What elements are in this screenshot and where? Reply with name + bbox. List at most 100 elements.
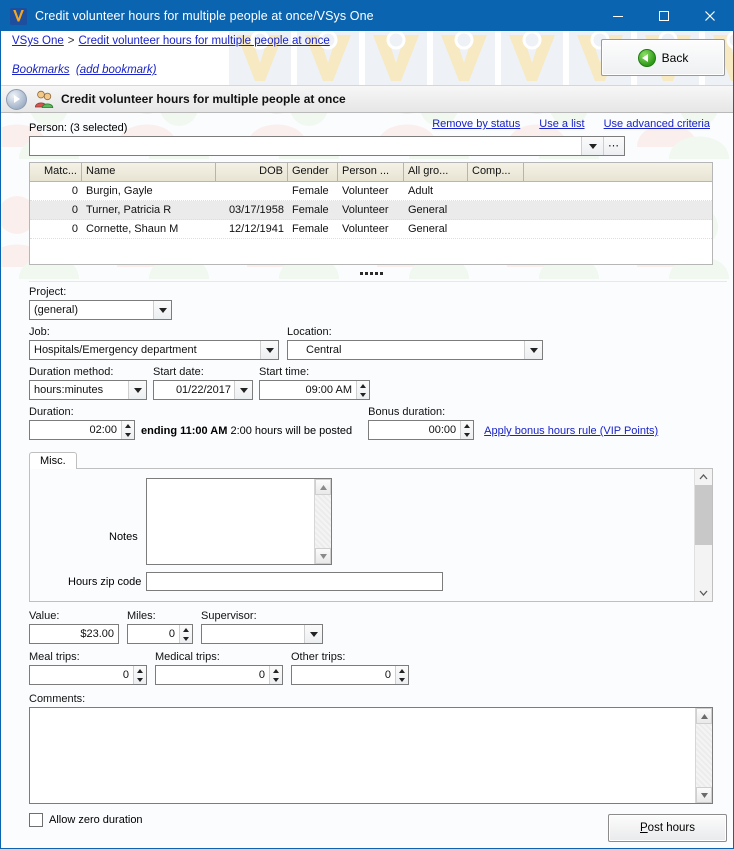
tab-misc[interactable]: Misc. (29, 452, 77, 469)
panel-scroll-track[interactable] (695, 545, 712, 585)
panel-scroll-thumb[interactable] (695, 485, 712, 545)
start-date-picker[interactable]: 01/22/2017 (153, 380, 253, 400)
project-value: (general) (34, 304, 79, 316)
scroll-up-icon[interactable] (315, 479, 331, 495)
chevron-down-icon[interactable] (304, 625, 322, 643)
project-field: Project: (general) (29, 286, 172, 320)
job-field: Job: Hospitals/Emergency department (29, 326, 279, 360)
table-row[interactable]: 0 Burgin, Gayle Female Volunteer Adult (30, 182, 712, 201)
meal-trips-label: Meal trips: (29, 651, 80, 663)
notes-textarea[interactable] (146, 478, 332, 565)
misc-panel-scrollbar[interactable] (694, 469, 712, 601)
medical-trips-stepper[interactable] (269, 666, 282, 684)
post-hours-button[interactable]: Post hours (608, 814, 727, 842)
cell-allgroups: General (408, 204, 448, 216)
bookmarks-link[interactable]: Bookmarks (12, 64, 70, 76)
hours-form: Project: (general) Job: Hospitals/Emerge… (29, 281, 727, 848)
miles-label: Miles: (127, 610, 156, 622)
comments-value[interactable] (30, 708, 695, 803)
scroll-down-icon[interactable] (696, 787, 712, 803)
comments-scrollbar[interactable] (695, 708, 712, 803)
apply-bonus-hours-rule-link[interactable]: Apply bonus hours rule (VIP Points) (484, 425, 658, 437)
hours-zip-code-input[interactable] (146, 572, 443, 591)
grid-col-name[interactable]: Name (82, 163, 216, 181)
notes-value[interactable] (147, 479, 314, 564)
remove-by-status-link[interactable]: Remove by status (432, 118, 520, 130)
grid-col-person[interactable]: Person ... (338, 163, 404, 181)
panel-splitter[interactable] (29, 265, 713, 281)
other-trips-spinner[interactable]: 0 (291, 665, 409, 685)
comments-scroll-track[interactable] (696, 724, 712, 787)
panel-scroll-up-icon[interactable] (695, 469, 712, 485)
cell-allgroups: Adult (408, 185, 434, 197)
panel-scroll-down-icon[interactable] (695, 585, 712, 601)
start-time-stepper[interactable] (356, 381, 369, 399)
maximize-icon[interactable] (641, 1, 687, 31)
play-circle-icon[interactable] (6, 88, 27, 110)
bonus-duration-stepper[interactable] (460, 421, 474, 439)
person-input[interactable] (30, 137, 581, 155)
chevron-down-icon[interactable] (128, 381, 146, 399)
ellipsis-icon[interactable]: ⋯ (603, 137, 624, 155)
person-combo[interactable]: ⋯ (29, 136, 625, 156)
miles-spinner[interactable]: 0 (127, 624, 193, 644)
meal-trips-stepper[interactable] (133, 666, 146, 684)
start-time-field: Start time: 09:00 AM (259, 366, 370, 400)
duration-stepper[interactable] (121, 421, 134, 439)
breadcrumb-current-link[interactable]: Credit volunteer hours for multiple peop… (79, 35, 330, 47)
allow-zero-duration-label: Allow zero duration (49, 814, 143, 826)
comments-label: Comments: (29, 693, 86, 705)
calendar-dropdown-icon[interactable] (234, 381, 252, 399)
notes-scroll-track[interactable] (315, 495, 331, 548)
bonus-duration-spinner[interactable]: 00:00 (368, 420, 475, 440)
notes-label: Notes (109, 531, 138, 543)
person-results-grid[interactable]: Matc... Name DOB Gender Person ... All g… (29, 162, 713, 265)
duration-spinner[interactable]: 02:00 (29, 420, 135, 440)
cell-match: 0 (71, 223, 78, 235)
grid-col-match[interactable]: Matc... (30, 163, 82, 181)
start-time-label: Start time: (259, 366, 310, 378)
navigation-band: VSys One > Credit volunteer hours for mult… (1, 31, 733, 86)
scroll-up-icon[interactable] (696, 708, 712, 724)
minimize-icon[interactable] (595, 1, 641, 31)
scroll-down-icon[interactable] (315, 548, 331, 564)
duration-method-combo[interactable]: hours:minutes (29, 380, 147, 400)
add-bookmark-link[interactable]: (add bookmark) (76, 64, 157, 76)
table-row[interactable]: 0 Cornette, Shaun M 12/12/1941 Female Vo… (30, 220, 712, 239)
cell-person: Volunteer (342, 204, 389, 216)
project-combo[interactable]: (general) (29, 300, 172, 320)
allow-zero-duration-checkbox[interactable] (29, 813, 43, 827)
comments-textarea[interactable] (29, 707, 713, 804)
table-row[interactable]: 0 Turner, Patricia R 03/17/1958 Female V… (30, 201, 712, 220)
title-bar: Credit volunteer hours for multiple peop… (1, 1, 733, 31)
grid-col-dob[interactable]: DOB (216, 163, 288, 181)
close-icon[interactable] (687, 1, 733, 31)
page-title: Credit volunteer hours for multiple peop… (61, 92, 346, 106)
miles-stepper[interactable] (179, 625, 192, 643)
use-advanced-criteria-link[interactable]: Use advanced criteria (604, 118, 710, 130)
other-trips-stepper[interactable] (395, 666, 408, 684)
job-combo[interactable]: Hospitals/Emergency department (29, 340, 279, 360)
use-a-list-link[interactable]: Use a list (539, 118, 584, 130)
grid-col-gender[interactable]: Gender (288, 163, 338, 181)
grid-col-comp[interactable]: Comp... (468, 163, 524, 181)
medical-trips-spinner[interactable]: 0 (155, 665, 283, 685)
value-input[interactable]: $23.00 (29, 624, 119, 644)
chevron-down-icon[interactable] (524, 341, 542, 359)
chevron-down-icon[interactable] (153, 301, 171, 319)
notes-scrollbar[interactable] (314, 479, 331, 564)
breadcrumb-root-link[interactable]: VSys One (12, 35, 64, 47)
start-time-spinner[interactable]: 09:00 AM (259, 380, 370, 400)
chevron-down-icon[interactable] (260, 341, 278, 359)
tab-strip-filler (76, 449, 713, 469)
meal-trips-spinner[interactable]: 0 (29, 665, 147, 685)
supervisor-combo[interactable] (201, 624, 323, 644)
chevron-down-icon[interactable] (581, 137, 603, 155)
back-button[interactable]: Back (601, 39, 725, 76)
location-combo[interactable]: Central (287, 340, 543, 360)
cell-dob: 12/12/1941 (228, 223, 284, 235)
grid-col-allgroups[interactable]: All gro... (404, 163, 468, 181)
cell-gender: Female (292, 204, 329, 216)
cell-match: 0 (71, 185, 78, 197)
grid-header-row: Matc... Name DOB Gender Person ... All g… (30, 163, 712, 182)
